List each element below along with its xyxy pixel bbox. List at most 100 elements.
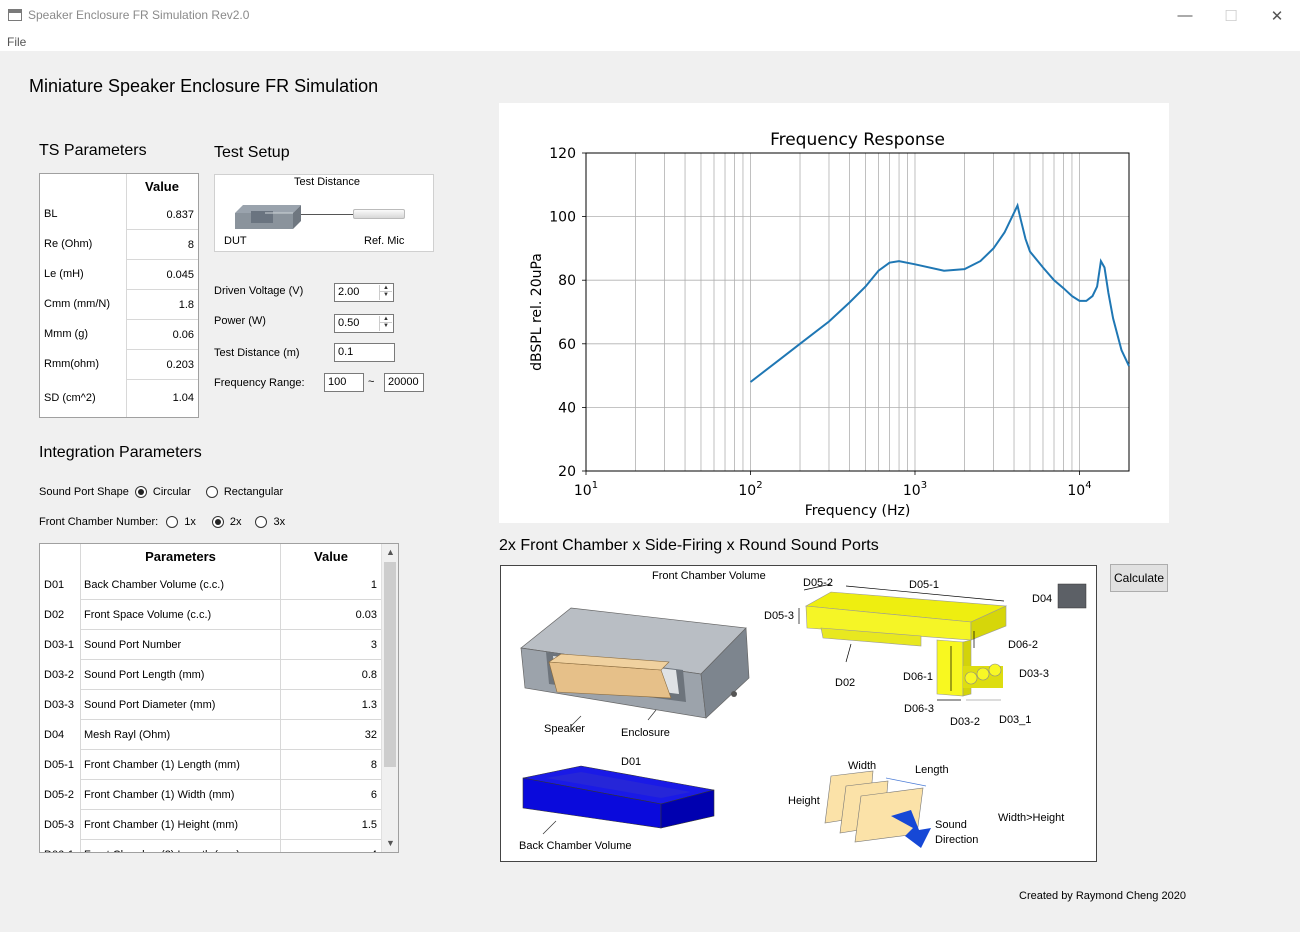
scroll-down-icon[interactable]: ▼ (382, 835, 398, 852)
freq-max-input[interactable]: 20000 (384, 373, 424, 392)
radio-rectangular-label[interactable]: Rectangular (224, 486, 283, 498)
power-spinbox[interactable]: 0.50 ▲ ▼ (334, 314, 394, 333)
minimize-icon[interactable]: — (1162, 0, 1208, 31)
freq-range-separator: ~ (368, 376, 375, 388)
table-row: D04 Mesh Rayl (Ohm) 32 (40, 720, 381, 750)
radio-1x-label[interactable]: 1x (184, 516, 196, 528)
maximize-icon[interactable]: ☐ (1208, 0, 1254, 31)
spin-buttons: ▲ ▼ (379, 316, 392, 331)
ts-param-value[interactable]: 8 (126, 230, 198, 260)
param-name: Sound Port Length (mm) (80, 660, 280, 690)
ts-param-name: Mmm (g) (44, 328, 88, 340)
y-tick-label: 120 (549, 146, 576, 162)
param-id: D03-2 (44, 669, 74, 681)
front-chamber-number-label: Front Chamber Number: (39, 516, 159, 528)
ts-param-value[interactable]: 1.8 (126, 290, 198, 320)
table-row: D03-2 Sound Port Length (mm) 0.8 (40, 660, 381, 690)
value-header: Value (280, 544, 381, 570)
ts-param-value[interactable]: 0.837 (126, 200, 198, 230)
ref-mic-label: Ref. Mic (364, 235, 405, 247)
d04-label: D04 (1032, 593, 1053, 605)
radio-3x-label[interactable]: 3x (273, 516, 285, 528)
spin-down-icon[interactable]: ▼ (380, 323, 392, 330)
radio-circular-label[interactable]: Circular (153, 486, 191, 498)
x-tick-label: 104 (1067, 480, 1091, 499)
test-setup-title: Test Setup (214, 144, 290, 161)
radio-2x[interactable] (211, 516, 224, 528)
d06-3-label: D06-3 (904, 703, 934, 715)
scroll-up-icon[interactable]: ▲ (382, 544, 398, 561)
spin-up-icon[interactable]: ▲ (380, 316, 392, 323)
param-value[interactable]: 4 (280, 840, 381, 852)
table-scrollbar[interactable]: ▲ ▼ (381, 544, 398, 852)
plot-frame (585, 152, 1130, 472)
ts-param-name: Cmm (mm/N) (44, 298, 110, 310)
param-value[interactable]: 1.5 (280, 810, 381, 840)
driven-voltage-value: 2.00 (338, 286, 360, 298)
sound-label: Sound (935, 819, 967, 831)
ts-param-name: SD (cm^2) (44, 392, 96, 404)
param-value[interactable]: 3 (280, 630, 381, 660)
reference-mic-icon (353, 209, 405, 219)
frequency-range-label: Frequency Range: (214, 377, 305, 389)
table-row: Re (Ohm) 8 (40, 230, 198, 260)
y-tick-label: 80 (558, 273, 576, 289)
ts-param-name: Rmm(ohm) (44, 358, 99, 370)
radio-rectangular[interactable] (205, 486, 218, 498)
param-value[interactable]: 0.03 (280, 600, 381, 630)
integration-parameters-table: Parameters Value D01 Back Chamber Volume … (39, 543, 399, 853)
height-label: Height (788, 795, 820, 807)
radio-2x-label[interactable]: 2x (230, 516, 242, 528)
param-name: Back Chamber Volume (c.c.) (80, 570, 280, 600)
driven-voltage-label: Driven Voltage (V) (214, 285, 304, 297)
d02-label: D02 (835, 677, 856, 689)
radio-1x[interactable] (166, 516, 179, 528)
spin-up-icon[interactable]: ▲ (380, 285, 392, 292)
ts-param-value[interactable]: 0.06 (126, 320, 198, 350)
window-title: Speaker Enclosure FR Simulation Rev2.0 (28, 8, 250, 22)
integration-parameters-title: Integration Parameters (39, 444, 202, 461)
table-row: D01 Back Chamber Volume (c.c.) 1 (40, 570, 381, 600)
radio-3x[interactable] (255, 516, 268, 528)
freq-min-input[interactable]: 100 (324, 373, 364, 392)
radio-circular[interactable] (134, 486, 147, 498)
x-tick-label: 103 (903, 480, 927, 499)
d03-3-label: D03-3 (1019, 668, 1049, 680)
table-row: D06-1Front Chamber (2) Length (mm)4 (40, 840, 381, 852)
app-icon (8, 9, 22, 21)
param-value[interactable]: 6 (280, 780, 381, 810)
frequency-response-chart: 20 40 60 80 100 120 101 102 103 104 Frequency Resp… (529, 130, 1130, 519)
param-value[interactable]: 0.8 (280, 660, 381, 690)
d05-1-label: D05-1 (909, 579, 939, 591)
table-row: BL 0.837 (40, 200, 198, 230)
y-tick-label: 20 (558, 464, 576, 480)
width-label: Width (848, 760, 877, 772)
driven-voltage-spinbox[interactable]: 2.00 ▲ ▼ (334, 283, 394, 302)
test-distance-input[interactable]: 0.1 (334, 343, 395, 362)
param-value[interactable]: 1.3 (280, 690, 381, 720)
table-row: Rmm(ohm) 0.203 (40, 350, 198, 380)
ts-parameters-table: Value BL 0.837 Re (Ohm) 8 Le (mH) 0.045 … (39, 173, 199, 418)
param-value[interactable]: 8 (280, 750, 381, 780)
d05-3-label: D05-3 (764, 610, 794, 622)
d03-1-label: D03_1 (999, 714, 1032, 726)
param-id: D02 (44, 609, 65, 621)
ts-param-value[interactable]: 1.04 (126, 380, 198, 417)
ts-param-value[interactable]: 0.203 (126, 350, 198, 380)
front-chamber-volume-label: Front Chamber Volume (652, 570, 766, 582)
scroll-thumb[interactable] (384, 562, 396, 767)
calculate-button[interactable]: Calculate (1110, 564, 1168, 592)
chart-title: Frequency Response (770, 130, 945, 150)
direction-label: Direction (935, 834, 979, 846)
param-value[interactable]: 32 (280, 720, 381, 750)
menu-file[interactable]: File (7, 35, 26, 49)
y-tick-label: 40 (558, 400, 576, 416)
power-value: 0.50 (338, 317, 360, 329)
param-id: D05-1 (44, 759, 74, 771)
param-value[interactable]: 1 (280, 570, 381, 600)
ts-param-value[interactable]: 0.045 (126, 260, 198, 290)
close-icon[interactable]: ✕ (1254, 0, 1300, 31)
spin-down-icon[interactable]: ▼ (380, 292, 392, 299)
table-row: SD (cm^2) 1.04 (40, 380, 198, 417)
d06-2-label: D06-2 (1008, 639, 1038, 651)
